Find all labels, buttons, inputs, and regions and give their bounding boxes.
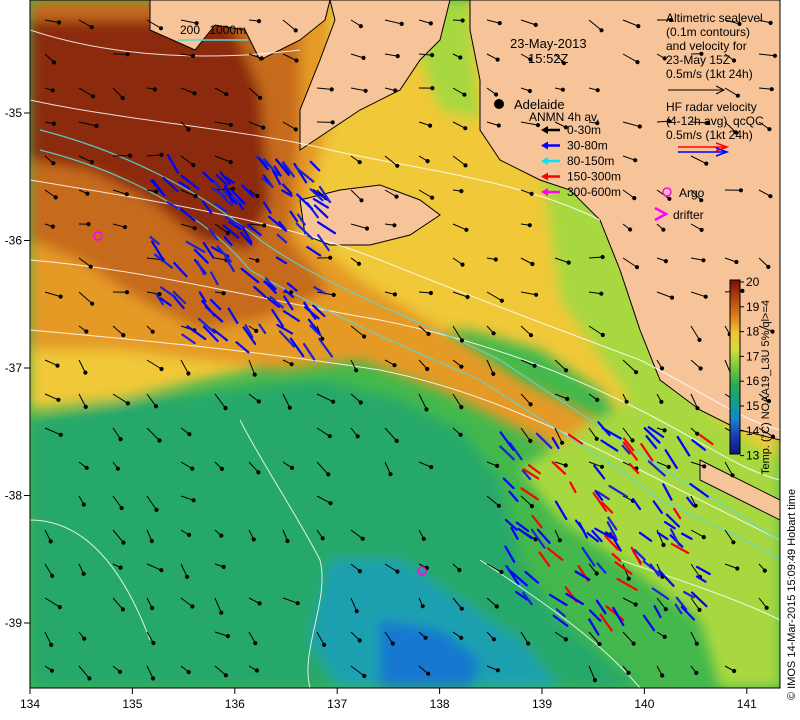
anmn-legend-label: 80-150m [567,154,614,168]
x-tick-label: 137 [327,697,347,711]
y-tick-label: -39 [5,616,23,630]
x-axis: 134 135 136 137 138 139 140 141 [20,688,757,711]
colorbar-tick-label: 20 [746,275,760,289]
altimetry-legend-line: 0.5m/s (1kt 24h) [666,67,753,81]
credit-text: © IMOS 14-Mar-2015 15:09:49 Hobart time [786,489,798,700]
colorbar-tick-label: 19 [746,300,760,314]
hf-legend-line: HF radar velocity [666,100,757,114]
x-tick-label: 141 [737,697,757,711]
altimetry-legend-line: (0.1m contours) [666,25,750,39]
hf-legend-line: 0.5m/s (1kt 24h) [666,128,753,142]
y-tick-label: -38 [5,489,23,503]
depth-1000-label: 1000m [209,23,246,37]
x-tick-label: 140 [634,697,654,711]
drifter-legend-label: drifter [673,208,704,222]
colorbar-tick-label: 17 [746,349,760,363]
colorbar-label: Temp. (°C) NOAA19_L3U 5% ql>=4 [760,300,772,475]
x-tick-label: 138 [430,697,450,711]
altimetry-legend-line: 23-May 15Z [666,53,730,67]
hf-legend-line: (4-12h avg) [666,114,727,128]
y-tick-label: -36 [5,234,23,248]
altimetry-legend-line: and velocity for [666,39,747,53]
colorbar-fill [729,279,741,455]
time-label: 15:52Z [528,51,569,66]
x-tick-label: 134 [20,697,40,711]
argo-legend-label: Argo [679,186,705,200]
y-tick-label: -35 [5,106,23,120]
anmn-legend-label: 150-300m [567,170,621,184]
x-tick-label: 136 [225,697,245,711]
hf-legend-overlap: qcQC [733,114,764,128]
colorbar-tick-label: 18 [746,325,760,339]
colorbar-tick-label: 16 [746,374,760,388]
colorbar-tick-label: 13 [746,449,760,463]
depth-contour-labels: 200 1000m [180,23,246,37]
anmn-legend-title: ANMN 4h av. [529,110,599,124]
altimetry-legend-line: Altimetric sealevel [666,11,763,25]
y-axis: -35 -36 -37 -38 -39 [5,106,30,630]
x-tick-label: 139 [532,697,552,711]
date-label: 23-May-2013 [510,36,587,51]
anmn-legend-label: 0-30m [567,123,601,137]
sst-map: 200 1000m 23-May-2013 15:52Z Adelaide Al… [5,0,798,711]
anmn-legend-label: 30-80m [567,139,608,153]
colorbar-tick-label: 15 [746,399,760,413]
colorbar-tick-label: 14 [746,424,760,438]
x-tick-label: 135 [122,697,142,711]
anmn-legend-label: 300-600m [567,185,621,199]
depth-200-label: 200 [180,23,200,37]
y-tick-label: -37 [5,361,23,375]
adelaide-marker[interactable] [494,99,504,109]
